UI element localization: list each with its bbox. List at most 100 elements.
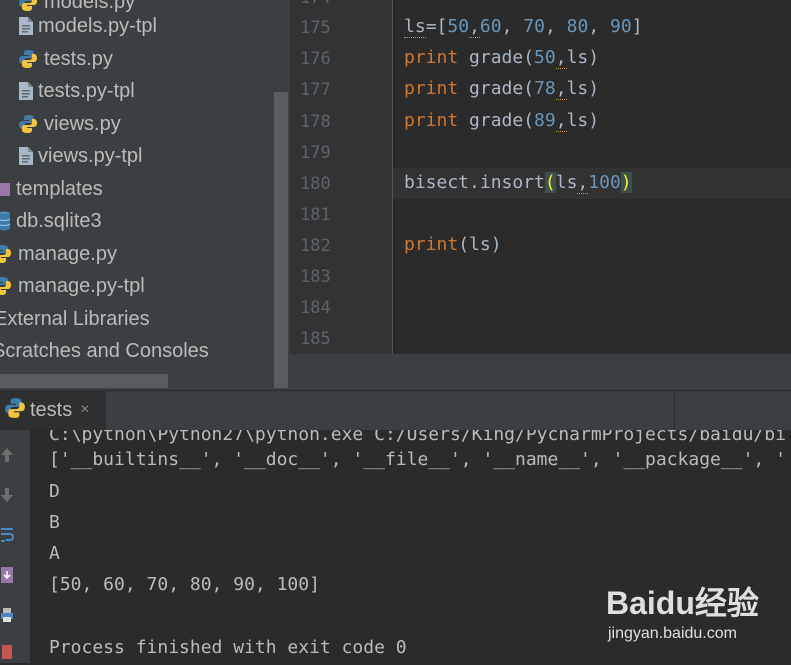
- code-number: 50: [534, 47, 556, 68]
- file-icon: [18, 81, 33, 101]
- console-line: D: [49, 481, 60, 502]
- code-token: ls: [566, 110, 589, 131]
- editor-bottom-area: [290, 354, 791, 390]
- line-number: 177: [300, 80, 331, 100]
- scroll-to-end-icon[interactable]: [0, 566, 14, 584]
- line-number: 175: [300, 18, 331, 38]
- tree-item-label: manage.py-tpl: [18, 274, 145, 297]
- run-tab-tests[interactable]: tests ×: [0, 390, 106, 430]
- line-number: 178: [300, 112, 331, 132]
- code-token: 90: [610, 16, 632, 37]
- python-file-icon: [0, 276, 12, 296]
- code-token: ,: [577, 172, 589, 194]
- file-icon: [18, 146, 33, 166]
- code-keyword: print: [404, 78, 459, 99]
- tree-item-views-py-tpl[interactable]: views.py-tpl: [18, 140, 142, 172]
- folder-icon: [0, 182, 10, 196]
- tree-item-models-py-tpl[interactable]: models.py-tpl: [18, 10, 157, 42]
- tree-item-manage-py-tpl[interactable]: manage.py-tpl: [0, 270, 145, 302]
- code-token: 50: [447, 16, 470, 37]
- run-tab-bar: [0, 390, 791, 431]
- code-token: ,: [544, 16, 567, 37]
- code-line-176[interactable]: print grade(50,ls): [404, 47, 600, 69]
- code-token: 70: [523, 16, 545, 37]
- code-token: =[: [425, 16, 448, 37]
- code-token: ]: [631, 16, 643, 37]
- clear-icon[interactable]: [0, 642, 14, 660]
- matched-brace: (: [544, 172, 556, 193]
- run-tab-label: tests: [30, 398, 73, 421]
- code-token: ls: [555, 172, 578, 193]
- code-token: grade(: [458, 78, 535, 99]
- tree-item-label: External Libraries: [0, 307, 150, 330]
- baidu-watermark: Baidu经验 jingyan.baidu.com: [606, 578, 786, 648]
- tree-item-views-py[interactable]: views.py: [18, 108, 121, 140]
- tree-item-label: tests.py: [44, 47, 113, 70]
- code-token: grade(: [458, 110, 535, 131]
- code-token: ,: [469, 16, 480, 38]
- tree-item-tests-py-tpl[interactable]: tests.py-tpl: [18, 75, 135, 107]
- tree-horizontal-scrollbar[interactable]: [0, 374, 168, 388]
- code-keyword: print: [404, 47, 459, 68]
- line-number: 174: [300, 0, 340, 8]
- code-token: ls: [404, 16, 426, 38]
- file-icon: [18, 16, 33, 36]
- code-number: 100: [588, 172, 621, 193]
- console-line: [50, 60, 70, 80, 90, 100]: [49, 574, 320, 595]
- tree-item-label: views.py: [44, 112, 121, 135]
- code-token: ): [588, 110, 600, 131]
- code-line-175[interactable]: ls=[50,60, 70, 80, 90]: [404, 16, 643, 38]
- code-token: ,: [501, 16, 524, 37]
- line-number: 184: [300, 298, 331, 318]
- console-line: B: [49, 512, 60, 533]
- code-keyword: print: [404, 234, 459, 255]
- matched-brace: ): [620, 172, 632, 193]
- code-token: ): [588, 78, 600, 99]
- soft-wrap-icon[interactable]: [0, 526, 14, 544]
- code-token: (ls): [458, 234, 502, 255]
- tree-item-label: models.py-tpl: [38, 14, 157, 37]
- code-number: 89: [534, 110, 556, 131]
- code-number: 78: [534, 78, 556, 99]
- tree-item-label: db.sqlite3: [16, 209, 102, 232]
- code-token: ls: [566, 47, 589, 68]
- console-line: A: [49, 543, 60, 564]
- code-line-182[interactable]: print(ls): [404, 234, 502, 255]
- code-token: 60: [479, 16, 502, 37]
- code-token: bisect.insort: [404, 172, 545, 193]
- tree-item-label: manage.py: [18, 242, 117, 265]
- tree-item-templates[interactable]: templates: [0, 173, 103, 205]
- code-editor[interactable]: ls=[50,60, 70, 80, 90] print grade(50,ls…: [393, 0, 791, 354]
- line-number: 181: [300, 205, 331, 225]
- line-number: 185: [300, 329, 331, 349]
- tree-item-label: views.py-tpl: [38, 144, 143, 167]
- python-file-icon: [0, 244, 12, 264]
- tree-item-manage-py[interactable]: manage.py: [0, 238, 117, 270]
- line-number: 182: [300, 236, 331, 256]
- code-token: grade(: [458, 47, 535, 68]
- code-line-177[interactable]: print grade(78,ls): [404, 78, 600, 100]
- tree-vertical-scrollbar[interactable]: [274, 92, 288, 388]
- code-line-180[interactable]: bisect.insort(ls,100): [404, 172, 632, 194]
- tree-item-external-libraries[interactable]: External Libraries: [0, 303, 150, 335]
- code-keyword: print: [404, 110, 459, 131]
- python-file-icon: [18, 114, 38, 134]
- code-line-178[interactable]: print grade(89,ls): [404, 110, 600, 132]
- print-icon[interactable]: [0, 606, 14, 624]
- tree-item-db-sqlite3[interactable]: db.sqlite3: [0, 205, 102, 237]
- close-icon[interactable]: ×: [80, 401, 89, 419]
- line-number: 179: [300, 143, 331, 163]
- code-token: ): [588, 47, 600, 68]
- line-number: 176: [300, 49, 331, 69]
- code-token: ,: [588, 16, 611, 37]
- project-tree-panel: models.py models.py-tpl tests.py tests.p…: [0, 0, 290, 390]
- line-number: 180: [300, 174, 331, 194]
- arrow-up-icon[interactable]: [0, 446, 14, 464]
- arrow-down-icon[interactable]: [0, 486, 14, 504]
- tree-item-scratches-and-consoles[interactable]: Scratches and Consoles: [0, 335, 209, 367]
- run-toolbar: [0, 430, 30, 663]
- code-token: ls: [566, 78, 589, 99]
- tree-item-tests-py[interactable]: tests.py: [18, 43, 113, 75]
- tree-item-label: templates: [16, 177, 103, 200]
- python-run-icon: [4, 397, 26, 424]
